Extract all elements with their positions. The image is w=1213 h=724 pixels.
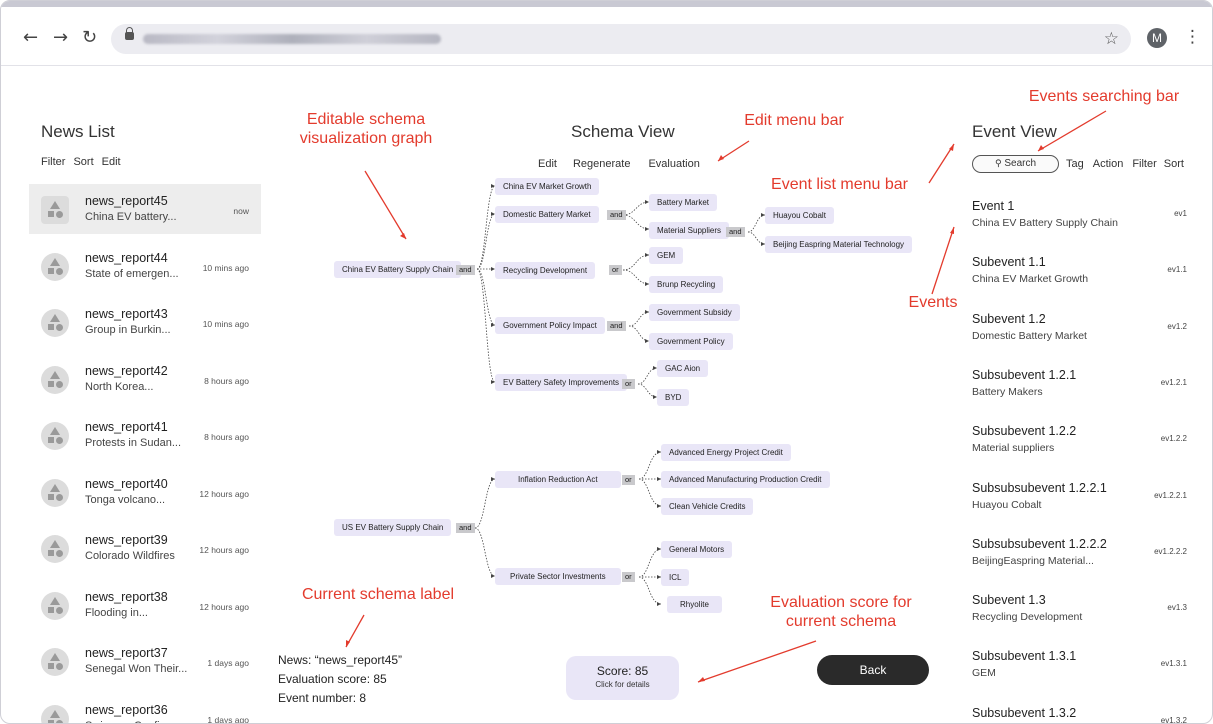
node-adv-mfg[interactable]: Advanced Manufacturing Production Credit — [661, 471, 830, 488]
node-market-growth[interactable]: China EV Market Growth — [495, 178, 600, 195]
event-subtitle: China EV Battery Supply Chain — [972, 217, 1118, 229]
annotation-current-label: Current schema label — [301, 586, 455, 603]
event-subtitle: Domestic Battery Market — [972, 329, 1087, 342]
node-gov-policy[interactable]: Government Policy — [649, 333, 733, 350]
annotation-events-search: Events searching bar — [1028, 88, 1180, 105]
event-title: Subsubevent 1.2.2 — [972, 424, 1077, 439]
event-subtitle: Recycling Development — [972, 611, 1083, 624]
score-value: Score: 85 — [596, 664, 649, 678]
op-and-domestic[interactable]: and — [607, 210, 626, 220]
event-search-label: Search — [1004, 158, 1037, 169]
event-item[interactable]: Subevent 1.2 Domestic Battery Market ev1.2 — [972, 312, 1187, 358]
node-us-root[interactable]: US EV Battery Supply Chain — [334, 519, 452, 536]
event-item[interactable]: Subsubevent 1.2.1 Battery Makers ev1.2.1 — [972, 368, 1187, 414]
node-gov-policy-impact[interactable]: Government Policy Impact — [495, 317, 605, 334]
event-subtitle: GEM — [972, 667, 996, 680]
event-subtitle: Battery Makers — [972, 385, 1043, 398]
annotation-schema-graph: Editable schema visualization graph — [263, 110, 469, 148]
event-item[interactable]: Event 1 China EV Battery Supply Chain ev1 — [972, 199, 1187, 245]
op-or-private[interactable]: or — [622, 572, 635, 582]
annotation-schema-graph-text: Editable schema visualization graph — [299, 111, 433, 147]
event-item[interactable]: Subsubevent 1.2.2 Material suppliers ev1.2… — [972, 424, 1187, 470]
event-view-title: Event View — [972, 122, 1057, 141]
event-subtitle: BeijingEaspring Material... — [972, 554, 1094, 567]
node-byd[interactable]: BYD — [657, 389, 690, 406]
event-subtitle: China EV Market Growth — [972, 273, 1089, 286]
event-title: Subsubsubevent 1.2.2.2 — [972, 536, 1107, 551]
annotation-eval-score-text: Evaluation score for current schema — [770, 594, 912, 630]
event-id: ev1 — [1174, 209, 1187, 218]
event-title: Event 1 — [972, 199, 1015, 213]
event-id: ev1.3 — [1167, 603, 1187, 613]
node-battery-market[interactable]: Battery Market — [649, 194, 718, 211]
node-ira[interactable]: Inflation Reduction Act — [495, 471, 621, 488]
event-id: ev1.2.1 — [1160, 377, 1187, 387]
back-button[interactable]: Back — [817, 655, 929, 685]
event-subtitle: Material suppliers — [972, 442, 1055, 455]
op-or-recycling[interactable]: or — [609, 265, 622, 275]
search-icon: ⚲ — [994, 159, 1002, 169]
score-details-hint: Click for details — [595, 680, 650, 689]
node-private[interactable]: Private Sector Investments — [495, 568, 621, 585]
event-sort-button[interactable]: Sort — [1164, 158, 1184, 170]
annotation-events: Events — [908, 294, 958, 311]
node-gm[interactable]: General Motors — [661, 541, 733, 558]
annotation-eval-score: Evaluation score for current schema — [748, 593, 934, 631]
event-id: ev1.3.1 — [1160, 659, 1187, 669]
info-news: News: “news_report45” — [278, 653, 403, 667]
node-icl[interactable]: ICL — [661, 569, 690, 586]
event-list-menu: Tag Action Filter Sort — [1066, 158, 1192, 170]
event-id: ev1.2.2.2 — [1154, 546, 1187, 556]
event-item[interactable]: Subsubsubevent 1.2.2.1 Huayou Cobalt ev1.2… — [972, 481, 1187, 527]
event-id: ev1.2.2.1 — [1154, 490, 1187, 500]
node-huayou[interactable]: Huayou Cobalt — [765, 207, 834, 224]
node-gac[interactable]: GAC Aion — [657, 360, 709, 377]
event-title: Subevent 1.1 — [972, 255, 1046, 270]
annotation-event-list-menu: Event list menu bar — [771, 176, 908, 193]
info-event-number: Event number: 8 — [278, 691, 367, 705]
node-rhyolite[interactable]: Rhyolite — [667, 596, 722, 613]
event-subtitle: Huayou Cobalt — [972, 498, 1042, 511]
event-title: Subevent 1.3 — [972, 593, 1046, 608]
node-gov-subsidy[interactable]: Government Subsidy — [649, 304, 740, 321]
node-recycling[interactable]: Recycling Development — [495, 262, 596, 279]
annotation-edit-menu: Edit menu bar — [744, 112, 844, 129]
event-filter-button[interactable]: Filter — [1132, 158, 1156, 170]
app-frame: ← → ↻ ☆ M ⋮ News List Filter Sort Edit new… — [0, 0, 1213, 724]
event-search-button[interactable]: ⚲ Search — [972, 155, 1059, 173]
op-and-us-root[interactable]: and — [456, 523, 475, 533]
event-tag-button[interactable]: Tag — [1066, 158, 1084, 170]
event-action-button[interactable]: Action — [1093, 158, 1124, 170]
node-china-root[interactable]: China EV Battery Supply Chain — [334, 261, 462, 278]
node-adv-energy[interactable]: Advanced Energy Project Credit — [661, 444, 791, 461]
event-title: Subevent 1.2 — [972, 311, 1046, 326]
node-domestic-battery[interactable]: Domestic Battery Market — [495, 206, 599, 223]
event-id: ev1.1 — [1167, 265, 1187, 275]
event-id: ev1.2.2 — [1160, 434, 1187, 444]
info-score: Evaluation score: 85 — [278, 672, 387, 686]
node-material-suppliers[interactable]: Material Suppliers — [649, 222, 730, 239]
event-title: Subsubevent 1.2.1 — [972, 367, 1077, 382]
op-and-gov[interactable]: and — [607, 321, 626, 331]
node-clean-vehicle[interactable]: Clean Vehicle Credits — [661, 498, 754, 515]
event-item[interactable]: Subsubsubevent 1.2.2.2 BeijingEaspring Ma… — [972, 537, 1187, 583]
op-and-china-root[interactable]: and — [456, 265, 475, 275]
node-safety[interactable]: EV Battery Safety Improvements — [495, 374, 628, 391]
op-or-ira[interactable]: or — [622, 475, 635, 485]
event-id: ev1.2 — [1167, 321, 1187, 331]
event-item[interactable]: Subsubevent 1.3.2 ev1.3.2 — [972, 705, 1187, 724]
event-item[interactable]: Subevent 1.1 China EV Market Growth ev1.1 — [972, 255, 1187, 301]
event-id: ev1.3.2 — [1160, 715, 1187, 724]
event-item[interactable]: Subsubevent 1.3.1 GEM ev1.3.1 — [972, 649, 1187, 695]
score-button[interactable]: Score: 85 Click for details — [566, 656, 679, 700]
op-or-safety[interactable]: or — [622, 379, 635, 389]
node-beijing[interactable]: Beijing Easpring Material Technology — [765, 236, 913, 253]
node-gem[interactable]: GEM — [649, 247, 684, 264]
event-title: Subsubevent 1.3.1 — [972, 649, 1077, 664]
event-title: Subsubevent 1.3.2 — [972, 705, 1077, 720]
event-item[interactable]: Subevent 1.3 Recycling Development ev1.3 — [972, 593, 1187, 639]
op-and-material[interactable]: and — [726, 227, 745, 237]
node-brunp[interactable]: Brunp Recycling — [649, 276, 724, 293]
event-title: Subsubsubevent 1.2.2.1 — [972, 480, 1107, 495]
